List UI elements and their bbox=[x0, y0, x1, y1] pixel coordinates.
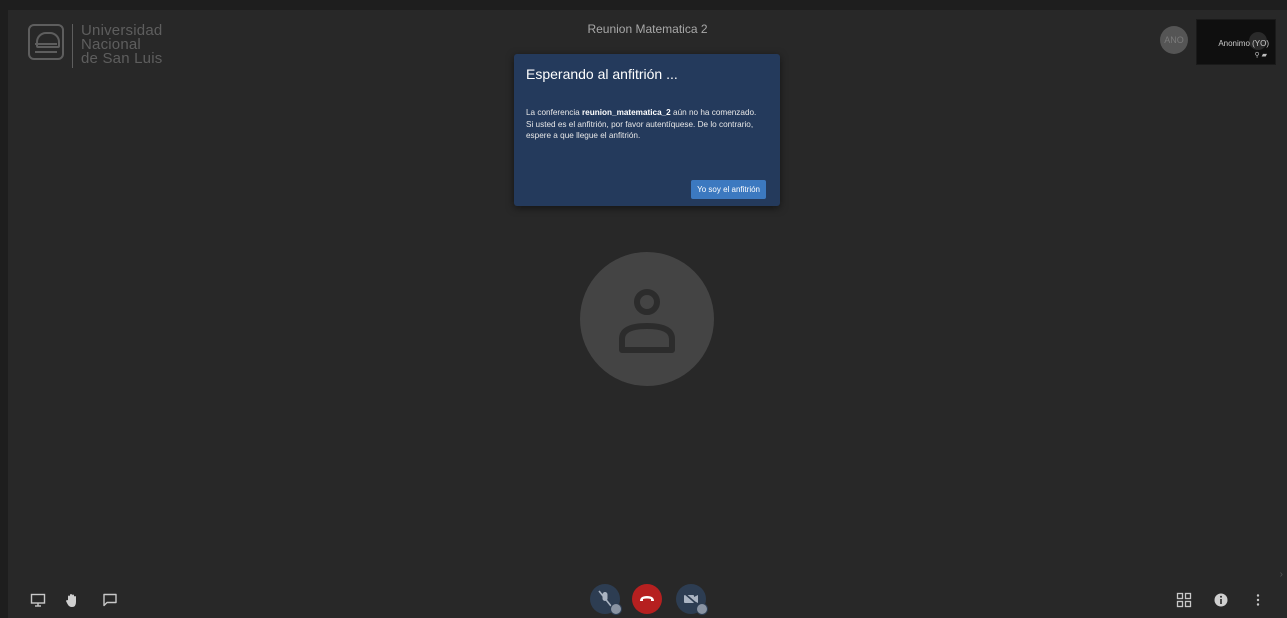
dialog-message: La conferencia reunion_matematica_2 aún … bbox=[526, 107, 758, 142]
local-display-name: Anonimo (YO) bbox=[1218, 39, 1269, 48]
dialog-title: Esperando al anfitrión ... bbox=[526, 66, 678, 82]
bottom-toolbar bbox=[8, 570, 1287, 618]
microphone-toggle-button[interactable] bbox=[590, 584, 622, 615]
participant-avatar[interactable]: ANO bbox=[1160, 26, 1188, 54]
chat-button[interactable] bbox=[98, 588, 122, 612]
local-video-thumbnail[interactable]: Anonimo (YO) ⚲▰ bbox=[1196, 19, 1276, 65]
tile-view-icon bbox=[1176, 592, 1192, 608]
conference-name: reunion_matematica_2 bbox=[582, 108, 671, 117]
more-options-icon bbox=[1256, 594, 1260, 606]
meeting-title: Reunion Matematica 2 bbox=[587, 22, 708, 36]
raise-hand-button[interactable] bbox=[60, 588, 84, 612]
microphone-options-indicator[interactable] bbox=[610, 603, 622, 615]
screen-share-icon bbox=[30, 593, 46, 607]
camera-off-indicator-icon: ▰ bbox=[1261, 52, 1269, 59]
large-participant-avatar bbox=[580, 252, 714, 386]
i-am-host-button[interactable]: Yo soy el anfitrión bbox=[691, 180, 766, 199]
media-indicators: ⚲▰ bbox=[1254, 51, 1269, 59]
info-button[interactable] bbox=[1209, 588, 1233, 612]
camera-options-indicator[interactable] bbox=[696, 603, 708, 615]
screen-share-button[interactable] bbox=[26, 588, 50, 612]
raise-hand-icon bbox=[66, 594, 76, 607]
more-options-button[interactable] bbox=[1246, 588, 1270, 612]
chat-icon bbox=[103, 593, 117, 607]
hangup-icon bbox=[640, 596, 654, 601]
user-silhouette-icon bbox=[619, 289, 675, 353]
info-icon bbox=[1214, 593, 1228, 607]
waiting-for-host-dialog: Esperando al anfitrión ... La conferenci… bbox=[514, 54, 780, 206]
camera-toggle-button[interactable] bbox=[676, 584, 708, 615]
hangup-button[interactable] bbox=[632, 584, 662, 614]
tile-view-button[interactable] bbox=[1172, 588, 1196, 612]
mic-off-indicator-icon: ⚲ bbox=[1254, 52, 1262, 59]
logo-line-3: de San Luis bbox=[81, 50, 163, 67]
dialog-message-prefix: La conferencia bbox=[526, 108, 582, 117]
conference-stage: Universidad Nacional de San Luis Reunion… bbox=[8, 10, 1287, 618]
